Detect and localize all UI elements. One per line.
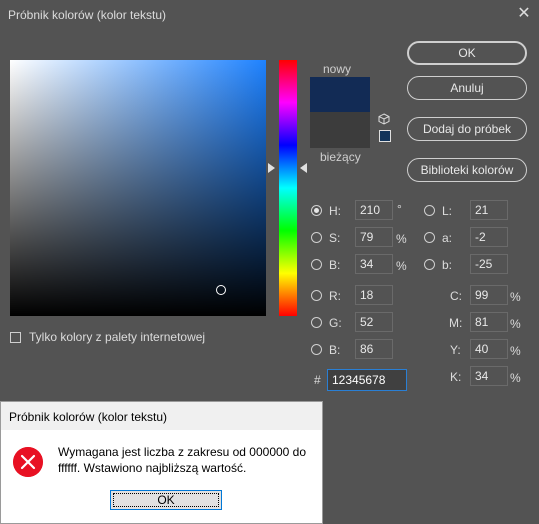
error-message: Wymagana jest liczba z zakresu od 000000… <box>58 445 307 475</box>
error-icon <box>13 447 43 477</box>
label-b: B: <box>329 258 341 272</box>
field-rgb-b[interactable]: 86 <box>355 339 393 359</box>
web-colors-only-label[interactable]: Tylko kolory z palety internetowej <box>29 330 205 344</box>
error-dialog-title: Próbnik kolorów (kolor tekstu) <box>9 410 168 424</box>
field-k[interactable]: 34 <box>470 366 508 386</box>
label-c: C: <box>450 289 462 303</box>
label-g: G: <box>329 316 342 330</box>
new-color-swatch <box>310 77 370 112</box>
field-c[interactable]: 99 <box>470 285 508 305</box>
web-safe-cube-icon[interactable] <box>378 113 390 125</box>
radio-b[interactable] <box>311 259 322 270</box>
field-a[interactable]: -2 <box>470 227 508 247</box>
hue-slider[interactable] <box>279 60 297 316</box>
hex-prefix: # <box>314 373 321 387</box>
radio-rgb-b[interactable] <box>311 344 322 355</box>
label-a: a: <box>442 231 453 245</box>
current-color-label: bieżący <box>320 150 361 164</box>
unit-s: % <box>396 232 407 246</box>
radio-s[interactable] <box>311 232 322 243</box>
radio-a[interactable] <box>424 232 435 243</box>
hue-slider-right-arrow-icon[interactable] <box>300 163 307 173</box>
error-ok-button[interactable]: OK <box>110 490 222 510</box>
radio-r[interactable] <box>311 290 322 301</box>
label-k: K: <box>450 370 462 384</box>
ok-button[interactable]: OK <box>407 41 527 65</box>
label-r: R: <box>329 289 341 303</box>
hue-slider-left-arrow-icon[interactable] <box>268 163 275 173</box>
field-lab-b[interactable]: -25 <box>470 254 508 274</box>
unit-y: % <box>510 344 521 358</box>
label-l: L: <box>442 204 453 218</box>
unit-c: % <box>510 290 521 304</box>
hex-input[interactable]: 12345678 <box>327 369 407 391</box>
field-y[interactable]: 40 <box>470 339 508 359</box>
unit-k: % <box>510 371 521 385</box>
color-field-marker[interactable] <box>216 285 226 295</box>
label-s: S: <box>329 231 341 245</box>
close-icon[interactable]: ✕ <box>516 4 532 24</box>
radio-l[interactable] <box>424 205 435 216</box>
field-m[interactable]: 81 <box>470 312 508 332</box>
add-to-swatches-button[interactable]: Dodaj do próbek <box>407 117 527 141</box>
label-lab-b: b: <box>442 258 453 272</box>
label-m: M: <box>449 316 463 330</box>
field-h[interactable]: 210 <box>355 200 393 220</box>
unit-b: % <box>396 259 407 273</box>
field-b[interactable]: 34 <box>355 254 393 274</box>
field-s[interactable]: 79 <box>355 227 393 247</box>
field-r[interactable]: 18 <box>355 285 393 305</box>
color-field[interactable] <box>10 60 266 316</box>
new-color-label: nowy <box>323 62 352 76</box>
web-safe-color-swatch[interactable] <box>379 130 391 142</box>
label-y: Y: <box>450 343 461 357</box>
color-libraries-button[interactable]: Biblioteki kolorów <box>407 158 527 182</box>
error-dialog: Próbnik kolorów (kolor tekstu) Wymagana … <box>0 401 323 524</box>
radio-lab-b[interactable] <box>424 259 435 270</box>
field-l[interactable]: 21 <box>470 200 508 220</box>
radio-h[interactable] <box>311 205 322 216</box>
unit-m: % <box>510 317 521 331</box>
window-title: Próbnik kolorów (kolor tekstu) <box>8 8 167 22</box>
label-h: H: <box>329 204 341 218</box>
cancel-button[interactable]: Anuluj <box>407 76 527 100</box>
radio-g[interactable] <box>311 317 322 328</box>
current-color-swatch[interactable] <box>310 112 370 148</box>
web-colors-only-checkbox[interactable] <box>10 332 21 343</box>
field-g[interactable]: 52 <box>355 312 393 332</box>
label-rgb-b: B: <box>329 343 341 357</box>
unit-h: ° <box>397 202 402 216</box>
